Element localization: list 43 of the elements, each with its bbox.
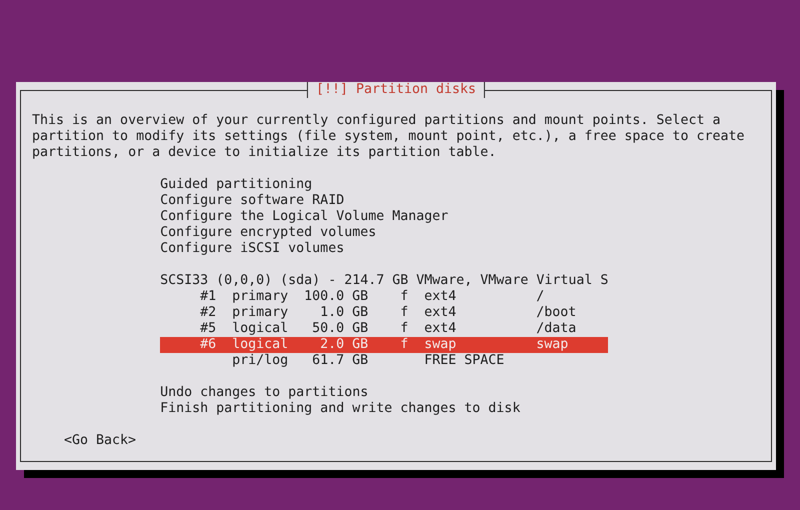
menu-item[interactable]: Undo changes to partitions bbox=[160, 385, 368, 401]
format-flag-label: f bbox=[400, 289, 408, 305]
filesystem: swap bbox=[424, 337, 458, 353]
mount-point: swap bbox=[536, 337, 570, 353]
format-flag-label: f bbox=[400, 337, 408, 353]
menu-item[interactable]: Configure encrypted volumes bbox=[160, 225, 376, 241]
format-flag-label: f bbox=[400, 321, 408, 337]
partition-type: pri/log bbox=[232, 353, 290, 369]
format-flag-label: f bbox=[400, 305, 408, 321]
menu-item[interactable]: Finish partitioning and write changes to disk bbox=[160, 401, 520, 417]
filesystem: ext4 bbox=[424, 321, 458, 337]
menu-item[interactable]: Configure the Logical Volume Manager bbox=[160, 209, 448, 225]
partition-number: #5 bbox=[200, 321, 218, 337]
partition-type: primary bbox=[232, 289, 290, 305]
menu-item[interactable]: Configure software RAID bbox=[160, 193, 344, 209]
dialog-title: [!!] Partition disks bbox=[306, 82, 486, 98]
partition-size: 1.0 GB bbox=[319, 305, 368, 321]
disk-item[interactable]: SCSI33 (0,0,0) (sda) - 214.7 GB VMware, VMware Virtual S bbox=[160, 273, 608, 289]
mount-point: /data bbox=[536, 321, 578, 337]
partition-row[interactable]: #5 logical 50.0 GB f ext4 /data bbox=[160, 321, 608, 337]
menu-item[interactable]: Configure iSCSI volumes bbox=[160, 241, 344, 257]
partition-size: 100.0 GB bbox=[303, 289, 368, 305]
menu-item[interactable]: Guided partitioning bbox=[160, 177, 312, 193]
partition-number: #6 bbox=[200, 337, 218, 353]
filesystem: ext4 bbox=[424, 289, 458, 305]
partition-size: 50.0 GB bbox=[311, 321, 368, 337]
partition-type: primary bbox=[232, 305, 290, 321]
mount-point: / bbox=[536, 289, 546, 305]
description-text: This is an overview of your currently configured partitions and mount points. Select a partition to modify its settings (file system, mount point, etc.), a free space to create partitions, or a device to initialize its partition table. bbox=[32, 113, 744, 161]
partition-size: 2.0 GB bbox=[319, 337, 368, 353]
partition-type: logical bbox=[232, 321, 290, 337]
partition-number: #2 bbox=[200, 305, 218, 321]
partition-row[interactable]: #1 primary 100.0 GB f ext4 / bbox=[160, 289, 608, 305]
partition-size: 61.7 GB bbox=[311, 353, 368, 369]
mount-point: /boot bbox=[536, 305, 578, 321]
go-back-button[interactable]: <Go Back> bbox=[64, 433, 136, 449]
partition-type: logical bbox=[232, 337, 290, 353]
filesystem: ext4 bbox=[424, 305, 458, 321]
partition-row[interactable]: #6 logical 2.0 GB f swap swap bbox=[160, 337, 608, 353]
free-space-label: FREE SPACE bbox=[424, 353, 506, 369]
partition-number: #1 bbox=[200, 289, 218, 305]
free-space-row[interactable]: pri/log 61.7 GB FREE SPACE bbox=[160, 353, 608, 369]
partition-row[interactable]: #2 primary 1.0 GB f ext4 /boot bbox=[160, 305, 608, 321]
